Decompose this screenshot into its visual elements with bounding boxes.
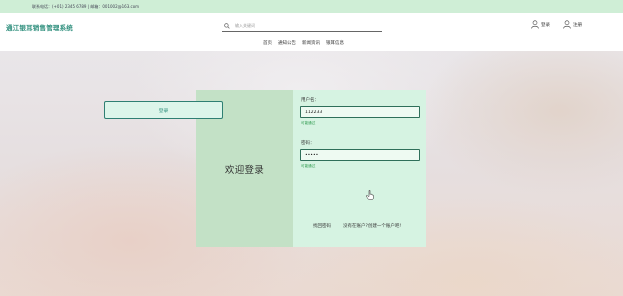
login-card: 欢迎登录 用户名： 可能通过 密码： 可能通过 找回密码 没有在账户?创建一个账… xyxy=(196,90,426,247)
site-title[interactable]: 通江银耳销售管理系统 xyxy=(6,22,73,32)
main-nav: 首页 通知公告 新闻资讯 银耳信息 xyxy=(263,40,344,46)
contact-text: 联系电话：(+01) 2345 6789 | 邮箱：001002@163.com xyxy=(32,4,140,9)
username-hint: 可能通过 xyxy=(301,121,316,125)
user-icon xyxy=(563,20,571,29)
header-login-label: 登录 xyxy=(541,22,550,28)
username-label: 用户名： xyxy=(301,98,319,103)
login-form: 用户名： 可能通过 密码： 可能通过 找回密码 没有在账户?创建一个账户吧! xyxy=(293,90,426,247)
create-account-link[interactable]: 没有在账户?创建一个账户吧! xyxy=(343,223,401,229)
page: 联系电话：(+01) 2345 6789 | 邮箱：001002@163.com… xyxy=(0,0,623,296)
search-input[interactable] xyxy=(232,23,372,28)
forgot-password-link[interactable]: 找回密码 xyxy=(313,223,331,229)
login-button[interactable]: 登录 xyxy=(104,101,223,119)
search-icon[interactable] xyxy=(222,21,232,31)
password-label: 密码： xyxy=(301,141,315,146)
header-register-label: 注册 xyxy=(573,22,582,28)
hand-pointer-icon xyxy=(366,190,374,200)
header: 通江银耳销售管理系统 登录 注册 首 xyxy=(0,13,623,51)
password-hint: 可能通过 xyxy=(301,164,316,168)
contact-bar: 联系电话：(+01) 2345 6789 | 邮箱：001002@163.com xyxy=(0,0,623,13)
welcome-title: 欢迎登录 xyxy=(224,164,265,176)
password-input[interactable] xyxy=(300,149,420,161)
username-input[interactable] xyxy=(300,106,420,118)
header-login-link[interactable]: 登录 xyxy=(531,20,550,29)
nav-item-news[interactable]: 新闻资讯 xyxy=(302,40,320,46)
nav-item-home[interactable]: 首页 xyxy=(263,40,272,46)
user-icon xyxy=(531,20,539,29)
search-box xyxy=(222,20,382,32)
header-register-link[interactable]: 注册 xyxy=(563,20,582,29)
nav-item-fungus-info[interactable]: 银耳信息 xyxy=(326,40,344,46)
nav-item-notices[interactable]: 通知公告 xyxy=(278,40,296,46)
